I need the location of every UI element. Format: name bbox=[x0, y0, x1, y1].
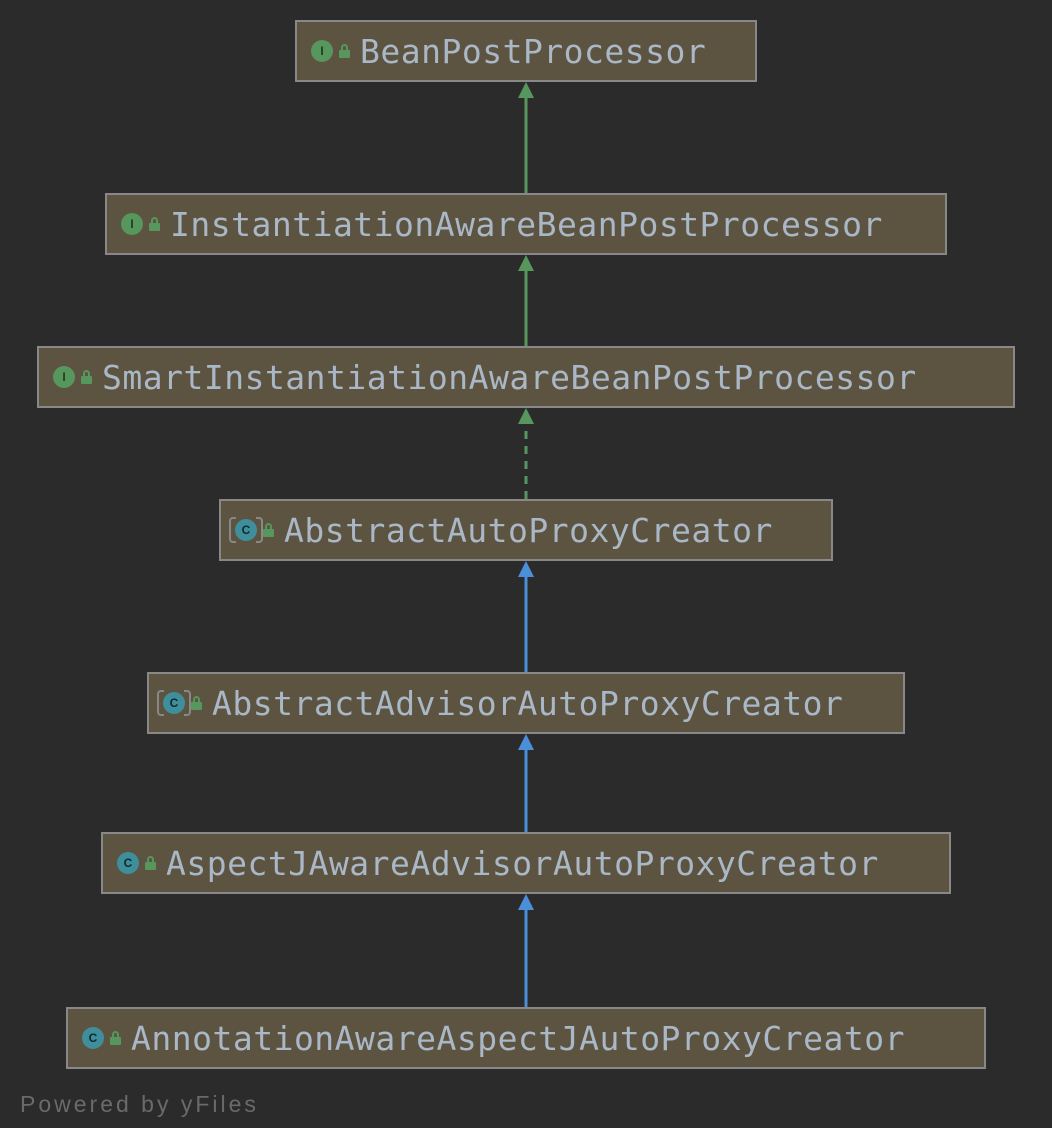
edge-n5-n4 bbox=[516, 734, 536, 832]
abstract-class-icon: C bbox=[163, 692, 185, 714]
lock-icon bbox=[149, 217, 160, 231]
diagram-node-n6[interactable]: C AnnotationAwareAspectJAutoProxyCreator bbox=[66, 1007, 986, 1069]
node-label: AbstractAutoProxyCreator bbox=[284, 511, 773, 550]
node-label: AspectJAwareAdvisorAutoProxyCreator bbox=[166, 844, 879, 883]
interface-icon: I bbox=[311, 40, 333, 62]
lock-icon bbox=[110, 1031, 121, 1045]
edge-n4-n3 bbox=[516, 561, 536, 672]
edge-n1-n0 bbox=[516, 82, 536, 193]
class-icon: C bbox=[117, 852, 139, 874]
interface-icon: I bbox=[121, 213, 143, 235]
edge-n3-n2 bbox=[516, 408, 536, 499]
diagram-node-n2[interactable]: I SmartInstantiationAwareBeanPostProcesso… bbox=[37, 346, 1015, 408]
interface-icon: I bbox=[53, 366, 75, 388]
edge-n2-n1 bbox=[516, 255, 536, 346]
diagram-node-n3[interactable]: C AbstractAutoProxyCreator bbox=[219, 499, 833, 561]
edge-n6-n5 bbox=[516, 894, 536, 1007]
class-hierarchy-diagram: I BeanPostProcessor I InstantiationAwareBea… bbox=[0, 0, 1052, 1128]
node-label: SmartInstantiationAwareBeanPostProcessor bbox=[102, 358, 917, 397]
diagram-node-n1[interactable]: I InstantiationAwareBeanPostProcessor bbox=[105, 193, 947, 255]
diagram-node-n4[interactable]: C AbstractAdvisorAutoProxyCreator bbox=[147, 672, 905, 734]
node-label: AbstractAdvisorAutoProxyCreator bbox=[212, 684, 843, 723]
lock-icon bbox=[339, 44, 350, 58]
class-icon: C bbox=[82, 1027, 104, 1049]
footer-credit: Powered by yFiles bbox=[20, 1091, 259, 1118]
diagram-node-n5[interactable]: C AspectJAwareAdvisorAutoProxyCreator bbox=[101, 832, 951, 894]
lock-icon bbox=[191, 696, 202, 710]
abstract-class-icon: C bbox=[235, 519, 257, 541]
node-label: BeanPostProcessor bbox=[360, 32, 706, 71]
lock-icon bbox=[81, 370, 92, 384]
diagram-node-n0[interactable]: I BeanPostProcessor bbox=[295, 20, 757, 82]
node-label: AnnotationAwareAspectJAutoProxyCreator bbox=[131, 1019, 905, 1058]
lock-icon bbox=[263, 523, 274, 537]
lock-icon bbox=[145, 856, 156, 870]
node-label: InstantiationAwareBeanPostProcessor bbox=[170, 205, 883, 244]
